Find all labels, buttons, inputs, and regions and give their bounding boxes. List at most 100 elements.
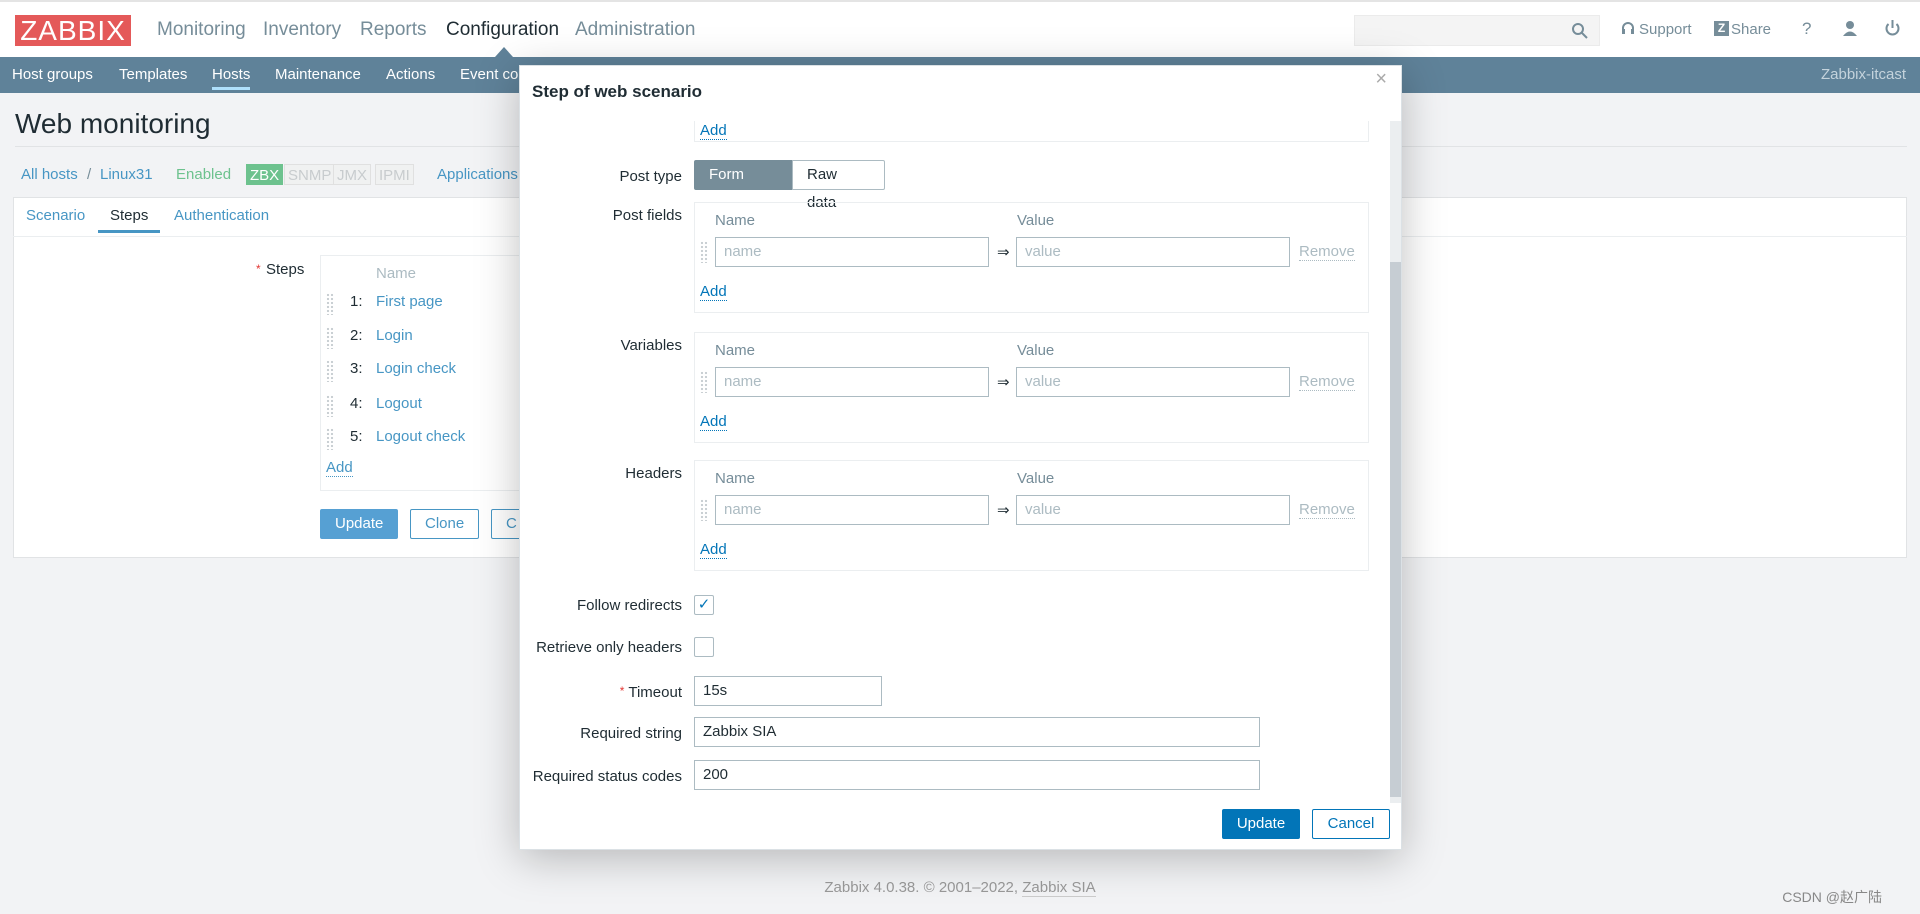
scrollbar-thumb[interactable] <box>1390 262 1401 797</box>
zabbix-sia-link[interactable]: Zabbix SIA <box>1022 879 1096 897</box>
arrow-icon: ⇒ <box>997 502 1010 519</box>
key-value-table: Name Value name ⇒ value Remove Add <box>694 460 1369 571</box>
subnav-event-correlation[interactable]: Event co <box>460 66 518 83</box>
name-input[interactable]: name <box>715 495 989 525</box>
nav-monitoring[interactable]: Monitoring <box>157 19 246 41</box>
name-column-header: Name <box>715 212 756 229</box>
dialog-body: Add Post type Form data Raw data Post fi… <box>520 121 1390 803</box>
section-label: Post fields <box>612 207 682 224</box>
dialog-cancel-button[interactable]: Cancel <box>1312 809 1390 839</box>
subnav-actions[interactable]: Actions <box>386 66 435 83</box>
remove-link[interactable]: Remove <box>1299 373 1355 391</box>
add-query-field-link[interactable]: Add <box>700 122 727 140</box>
power-icon[interactable] <box>1884 19 1901 37</box>
remove-link[interactable]: Remove <box>1299 243 1355 261</box>
update-button[interactable]: Update <box>320 509 399 539</box>
subnav-maintenance[interactable]: Maintenance <box>275 66 361 83</box>
zabbix-share-icon: Z <box>1714 21 1729 36</box>
active-nav-caret <box>495 47 513 57</box>
post-type-label: Post type <box>619 168 682 185</box>
zabbix-logo[interactable]: ZABBIX <box>15 15 131 46</box>
help-icon[interactable]: ? <box>1802 19 1811 39</box>
follow-redirects-label: Follow redirects <box>576 597 682 614</box>
drag-handle-icon[interactable] <box>326 360 334 382</box>
host-status[interactable]: Enabled <box>176 166 231 183</box>
value-input[interactable]: value <box>1016 237 1290 267</box>
key-value-table: Name Value name ⇒ value Remove Add <box>694 202 1369 313</box>
drag-handle-icon[interactable] <box>326 395 334 417</box>
value-column-header: Value <box>1017 212 1055 229</box>
add-step-link[interactable]: Add <box>326 459 353 477</box>
jmx-badge: JMX <box>333 164 371 185</box>
search-input[interactable] <box>1354 15 1600 46</box>
ipmi-badge: IPMI <box>375 164 414 185</box>
steps-label: Steps <box>266 261 305 278</box>
step-link[interactable]: Logout check <box>376 428 465 445</box>
remove-link[interactable]: Remove <box>1299 501 1355 519</box>
subnav-templates[interactable]: Templates <box>119 66 187 83</box>
name-input[interactable]: name <box>715 237 989 267</box>
nav-configuration[interactable]: Configuration <box>446 19 559 41</box>
tab-scenario[interactable]: Scenario <box>26 207 85 224</box>
retrieve-only-headers-label: Retrieve only headers <box>536 639 682 656</box>
snmp-badge: SNMP <box>284 164 336 185</box>
add-link[interactable]: Add <box>700 541 727 559</box>
step-link[interactable]: Login check <box>376 360 456 377</box>
drag-handle-icon[interactable] <box>700 499 708 521</box>
timeout-input[interactable]: 15s <box>694 676 882 706</box>
step-number: 5: <box>350 428 363 445</box>
step-link[interactable]: First page <box>376 293 443 310</box>
step-dialog: Step of web scenario × Add Post type For… <box>519 65 1402 850</box>
required-string-label: Required string <box>580 725 682 742</box>
name-input[interactable]: name <box>715 367 989 397</box>
drag-handle-icon[interactable] <box>700 371 708 393</box>
status-codes-input[interactable]: 200 <box>694 760 1260 790</box>
breadcrumb-all-hosts[interactable]: All hosts <box>21 166 78 183</box>
breadcrumb-separator: / <box>87 166 92 183</box>
step-link[interactable]: Logout <box>376 395 422 412</box>
nav-administration[interactable]: Administration <box>575 19 695 41</box>
query-fields-box: Add <box>694 121 1369 142</box>
add-link[interactable]: Add <box>700 413 727 431</box>
share-link[interactable]: Share <box>1731 21 1771 38</box>
value-input[interactable]: value <box>1016 495 1290 525</box>
tab-authentication[interactable]: Authentication <box>174 207 269 224</box>
headset-icon <box>1622 22 1634 34</box>
required-string-input[interactable]: Zabbix SIA <box>694 717 1260 747</box>
server-name: Zabbix-itcast <box>1820 66 1906 83</box>
breadcrumb-applications[interactable]: Applications <box>437 166 518 183</box>
drag-handle-icon[interactable] <box>326 327 334 349</box>
drag-handle-icon[interactable] <box>700 241 708 263</box>
close-icon[interactable]: × <box>1375 68 1387 91</box>
step-number: 4: <box>350 395 363 412</box>
status-codes-label: Required status codes <box>532 768 682 785</box>
clone-button[interactable]: Clone <box>410 509 480 539</box>
name-column-header: Name <box>715 470 756 487</box>
arrow-icon: ⇒ <box>997 374 1010 391</box>
raw-data-option[interactable]: Raw data <box>792 160 885 211</box>
breadcrumb-host[interactable]: Linux31 <box>100 166 153 183</box>
step-link[interactable]: Login <box>376 327 413 344</box>
add-link[interactable]: Add <box>700 283 727 301</box>
nav-inventory[interactable]: Inventory <box>263 19 341 41</box>
drag-handle-icon[interactable] <box>326 428 334 450</box>
required-mark: * <box>256 262 261 276</box>
retrieve-only-headers-checkbox[interactable] <box>694 637 714 657</box>
subnav-hosts[interactable]: Hosts <box>212 66 251 90</box>
zbx-badge: ZBX <box>246 164 284 185</box>
steps-name-header: Name <box>376 265 417 282</box>
support-link[interactable]: Support <box>1639 21 1692 38</box>
nav-reports[interactable]: Reports <box>360 19 427 41</box>
follow-redirects-checkbox[interactable]: ✓ <box>694 595 714 615</box>
drag-handle-icon[interactable] <box>326 293 334 315</box>
subnav-host-groups[interactable]: Host groups <box>12 66 93 83</box>
dialog-update-button[interactable]: Update <box>1222 809 1300 839</box>
value-input[interactable]: value <box>1016 367 1290 397</box>
top-header: ZABBIX Monitoring Inventory Reports Conf… <box>0 0 1920 57</box>
user-icon[interactable] <box>1842 20 1858 37</box>
timeout-label: * Timeout <box>619 684 682 701</box>
tab-steps[interactable]: Steps <box>98 207 161 233</box>
step-number: 2: <box>350 327 363 344</box>
search-icon[interactable] <box>1571 22 1589 40</box>
form-data-option[interactable]: Form data <box>694 160 792 211</box>
